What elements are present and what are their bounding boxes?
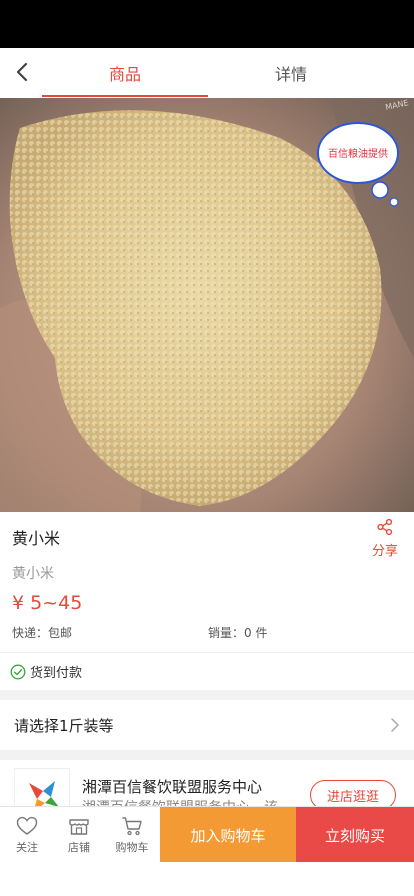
follow-label: 关注: [16, 840, 38, 854]
spec-selector[interactable]: 请选择1斤装等: [0, 700, 414, 750]
cart-nav-button[interactable]: 购物车: [106, 807, 158, 863]
status-bar: [0, 0, 414, 48]
share-label: 分享: [371, 544, 398, 559]
bottom-bar: 关注 店铺 购物车 加入购物车 立刻购买: [0, 806, 414, 863]
follow-button[interactable]: 关注: [1, 807, 53, 863]
back-button[interactable]: [8, 58, 36, 86]
top-nav: 商品 详情: [0, 48, 414, 98]
cart-nav-label: 购物车: [115, 840, 149, 854]
share-icon: [377, 518, 393, 536]
shipping-info: 快递：包邮: [12, 626, 73, 640]
share-button[interactable]: 分享: [368, 518, 402, 559]
add-to-cart-button[interactable]: 加入购物车: [160, 807, 296, 863]
tab-details[interactable]: 详情: [208, 48, 374, 98]
tab-goods-label: 商品: [108, 65, 141, 84]
store-name: 湘潭百信餐饮联盟服务中心: [82, 778, 263, 796]
shop-button[interactable]: 店铺: [53, 807, 105, 863]
tab-goods[interactable]: 商品: [42, 48, 208, 98]
check-circle-icon: [10, 664, 26, 679]
shopping-cart-icon: [122, 816, 142, 835]
home-indicator-area: [0, 862, 414, 896]
product-title: 黄小米: [12, 529, 61, 548]
cod-row: 货到付款: [0, 652, 414, 690]
spec-label: 请选择1斤装等: [14, 716, 114, 735]
buy-now-button[interactable]: 立刻购买: [296, 807, 414, 863]
product-subtitle: 黄小米: [12, 566, 54, 582]
chevron-right-icon: [391, 718, 399, 732]
sales-count: 销量：0 件: [208, 626, 268, 640]
chevron-left-icon: [16, 62, 28, 82]
brand-badge-text: 百信粮油提供: [328, 147, 388, 160]
cod-label: 货到付款: [30, 666, 83, 681]
tab-details-label: 详情: [274, 65, 307, 84]
product-image[interactable]: 百信粮油提供 MANE: [0, 98, 414, 512]
product-price: ¥ 5~45: [12, 592, 83, 614]
store-icon: [69, 818, 89, 835]
tab-active-indicator: [42, 95, 208, 97]
heart-icon: [16, 816, 38, 835]
product-info: 黄小米 分享 黄小米 ¥ 5~45 快递：包邮 销量：0 件: [0, 512, 414, 652]
shop-label: 店铺: [68, 840, 90, 854]
